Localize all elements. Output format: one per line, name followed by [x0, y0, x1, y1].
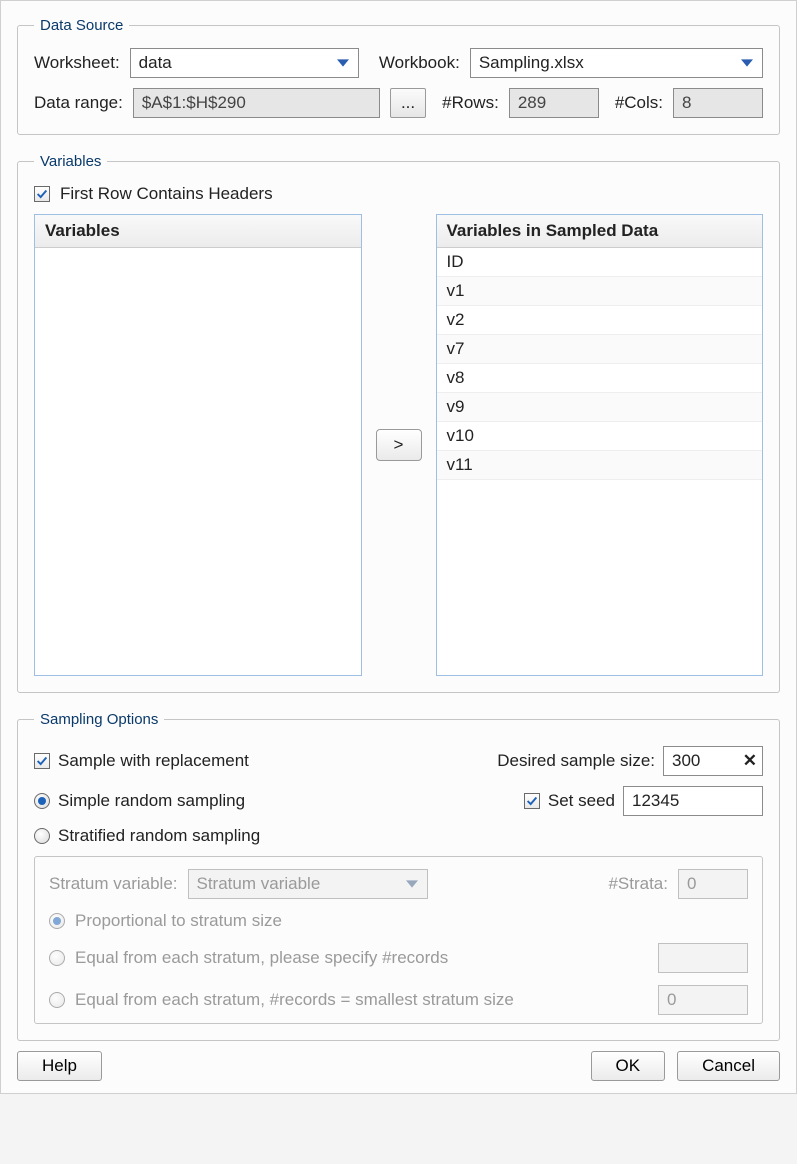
sampling-options-group: Sampling Options Sample with replacement…	[17, 711, 780, 1041]
sampling-options-legend: Sampling Options	[34, 711, 164, 728]
equal-specify-radio	[49, 950, 65, 966]
stratum-variable-label: Stratum variable:	[49, 874, 178, 894]
first-row-headers-checkbox[interactable]	[34, 186, 50, 202]
chevron-down-icon	[738, 54, 756, 72]
list-item[interactable]: v9	[437, 393, 763, 422]
data-source-legend: Data Source	[34, 17, 129, 34]
help-button[interactable]: Help	[17, 1051, 102, 1081]
nrows-label: #Rows:	[442, 93, 499, 113]
datarange-label: Data range:	[34, 93, 123, 113]
dialog-footer: Help OK Cancel	[17, 1051, 780, 1081]
equal-specify-label: Equal from each stratum, please specify …	[75, 948, 448, 968]
worksheet-value: data	[139, 53, 172, 73]
list-item[interactable]: v2	[437, 306, 763, 335]
list-item[interactable]: v1	[437, 277, 763, 306]
available-variables-header: Variables	[35, 215, 361, 248]
seed-input[interactable]	[623, 786, 763, 816]
move-right-button[interactable]: >	[376, 429, 422, 461]
stratum-variable-placeholder: Stratum variable	[197, 874, 321, 894]
proportional-label: Proportional to stratum size	[75, 911, 282, 931]
sample-with-replacement-checkbox[interactable]	[34, 753, 50, 769]
equal-specify-input	[658, 943, 748, 973]
available-variables-list[interactable]: Variables	[34, 214, 362, 676]
clear-icon[interactable]: ✕	[743, 751, 757, 771]
datarange-browse-button[interactable]: ...	[390, 88, 426, 118]
chevron-down-icon	[403, 875, 421, 893]
ok-button[interactable]: OK	[591, 1051, 666, 1081]
equal-smallest-label: Equal from each stratum, #records = smal…	[75, 990, 514, 1010]
move-right-label: >	[394, 435, 404, 455]
sample-with-replacement-label: Sample with replacement	[58, 751, 249, 771]
nrows-field: 289	[509, 88, 599, 118]
proportional-radio	[49, 913, 65, 929]
set-seed-label: Set seed	[548, 791, 615, 811]
worksheet-dropdown[interactable]: data	[130, 48, 359, 78]
stratified-options-box: Stratum variable: Stratum variable #Stra…	[34, 856, 763, 1024]
stratum-variable-dropdown: Stratum variable	[188, 869, 428, 899]
list-item[interactable]: ID	[437, 248, 763, 277]
first-row-headers-label: First Row Contains Headers	[60, 184, 273, 204]
sampled-variables-list[interactable]: Variables in Sampled Data IDv1v2v7v8v9v1…	[436, 214, 764, 676]
nstrata-label: #Strata:	[608, 874, 668, 894]
ncols-field: 8	[673, 88, 763, 118]
list-item[interactable]: v8	[437, 364, 763, 393]
list-item[interactable]: v10	[437, 422, 763, 451]
desired-sample-size-label: Desired sample size:	[497, 751, 655, 771]
workbook-label: Workbook:	[379, 53, 460, 73]
list-item[interactable]: v7	[437, 335, 763, 364]
data-source-group: Data Source Worksheet: data Workbook: Sa…	[17, 17, 780, 135]
variables-group: Variables First Row Contains Headers Var…	[17, 153, 780, 693]
list-item[interactable]: v11	[437, 451, 763, 480]
variables-legend: Variables	[34, 153, 107, 170]
equal-smallest-field: 0	[658, 985, 748, 1015]
stratified-random-label: Stratified random sampling	[58, 826, 260, 846]
ncols-label: #Cols:	[615, 93, 663, 113]
nstrata-field: 0	[678, 869, 748, 899]
chevron-down-icon	[334, 54, 352, 72]
sampling-dialog: Data Source Worksheet: data Workbook: Sa…	[0, 0, 797, 1094]
sampled-variables-header: Variables in Sampled Data	[437, 215, 763, 248]
worksheet-label: Worksheet:	[34, 53, 120, 73]
workbook-value: Sampling.xlsx	[479, 53, 584, 73]
datarange-field[interactable]: $A$1:$H$290	[133, 88, 380, 118]
simple-random-label: Simple random sampling	[58, 791, 245, 811]
equal-smallest-radio	[49, 992, 65, 1008]
stratified-random-radio[interactable]	[34, 828, 50, 844]
cancel-button[interactable]: Cancel	[677, 1051, 780, 1081]
simple-random-radio[interactable]	[34, 793, 50, 809]
workbook-dropdown[interactable]: Sampling.xlsx	[470, 48, 763, 78]
set-seed-checkbox[interactable]	[524, 793, 540, 809]
